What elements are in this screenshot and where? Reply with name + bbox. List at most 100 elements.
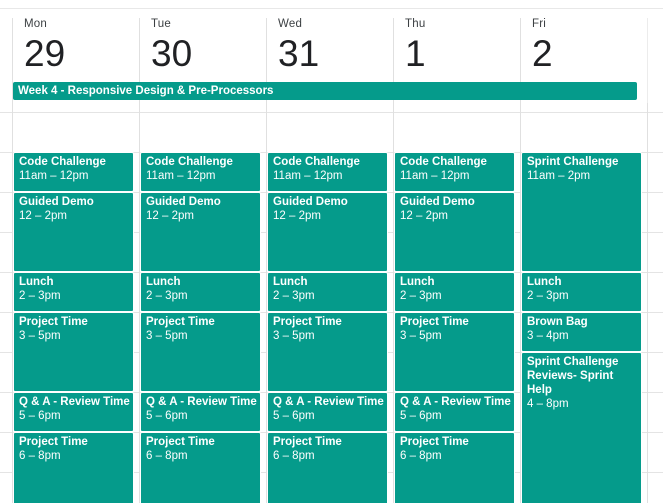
event-time: 6 – 8pm: [400, 450, 442, 462]
calendar-event[interactable]: Code Challenge 11am – 12pm: [267, 152, 388, 192]
event-title: Guided Demo: [400, 196, 475, 208]
day-header-mon[interactable]: Mon 29: [12, 9, 139, 82]
event-time: 6 – 8pm: [146, 450, 188, 462]
calendar-event[interactable]: Guided Demo 12 – 2pm: [267, 192, 388, 272]
event-title: Q & A - Review Time: [146, 396, 257, 408]
calendar-event[interactable]: Brown Bag 3 – 4pm: [521, 312, 642, 352]
event-title: Q & A - Review Time: [273, 396, 384, 408]
calendar-event[interactable]: Sprint Challenge 11am – 2pm: [521, 152, 642, 272]
event-time: 4 – 8pm: [527, 398, 569, 410]
event-time: 12 – 2pm: [19, 210, 67, 222]
event-title: Guided Demo: [273, 196, 348, 208]
event-time: 5 – 6pm: [400, 410, 442, 422]
event-title: Lunch: [400, 276, 435, 288]
event-time: 3 – 5pm: [273, 330, 315, 342]
day-number-label[interactable]: 2: [532, 32, 647, 76]
calendar-event[interactable]: Lunch 2 – 3pm: [140, 272, 261, 312]
calendar-event[interactable]: Project Time 6 – 8pm: [394, 432, 515, 503]
event-time: 2 – 3pm: [400, 290, 442, 302]
calendar-event[interactable]: Code Challenge 11am – 12pm: [13, 152, 134, 192]
column-divider: [647, 103, 648, 503]
calendar-event[interactable]: Lunch 2 – 3pm: [267, 272, 388, 312]
calendar-header-row: Mon 29 Tue 30 Wed 31 Thu 1 Fri 2: [0, 9, 663, 112]
event-title: Code Challenge: [19, 156, 106, 168]
day-header-tue[interactable]: Tue 30: [139, 9, 266, 82]
time-grid: Code Challenge 11am – 12pm Guided Demo 12 –…: [0, 103, 663, 503]
event-title: Code Challenge: [273, 156, 360, 168]
hour-gridline: [0, 112, 663, 113]
event-time: 2 – 3pm: [273, 290, 315, 302]
day-header-thu[interactable]: Thu 1: [393, 9, 520, 82]
calendar-event[interactable]: Q & A - Review Time 5 – 6pm: [394, 392, 515, 432]
event-time: 6 – 8pm: [273, 450, 315, 462]
day-number-label[interactable]: 29: [24, 32, 139, 76]
all-day-event-week-banner[interactable]: Week 4 - Responsive Design & Pre-Process…: [13, 82, 637, 100]
day-header-wed[interactable]: Wed 31: [266, 9, 393, 82]
calendar-event[interactable]: Lunch 2 – 3pm: [394, 272, 515, 312]
calendar-event[interactable]: Code Challenge 11am – 12pm: [394, 152, 515, 192]
event-time: 12 – 2pm: [400, 210, 448, 222]
calendar-event[interactable]: Guided Demo 12 – 2pm: [140, 192, 261, 272]
calendar-event[interactable]: Project Time 6 – 8pm: [267, 432, 388, 503]
event-time: 3 – 5pm: [19, 330, 61, 342]
day-number-label[interactable]: 1: [405, 32, 520, 76]
event-title: Sprint Challenge Reviews- Sprint Help: [527, 356, 619, 396]
event-time: 12 – 2pm: [273, 210, 321, 222]
calendar-event[interactable]: Project Time 6 – 8pm: [13, 432, 134, 503]
calendar-event[interactable]: Project Time 3 – 5pm: [267, 312, 388, 392]
day-name-label: Tue: [151, 18, 171, 30]
event-title: Q & A - Review Time: [19, 396, 130, 408]
event-title: Guided Demo: [19, 196, 94, 208]
event-title: Brown Bag: [527, 316, 588, 328]
event-title: Project Time: [273, 436, 342, 448]
calendar-event[interactable]: Lunch 2 – 3pm: [521, 272, 642, 312]
calendar-event[interactable]: Code Challenge 11am – 12pm: [140, 152, 261, 192]
event-title: Code Challenge: [400, 156, 487, 168]
event-time: 2 – 3pm: [19, 290, 61, 302]
calendar-event[interactable]: Project Time 6 – 8pm: [140, 432, 261, 503]
event-time: 11am – 2pm: [527, 170, 591, 182]
event-title: Q & A - Review Time: [400, 396, 511, 408]
event-title: Project Time: [19, 436, 88, 448]
calendar-event[interactable]: Sprint Challenge Reviews- Sprint Help 4 –…: [521, 352, 642, 503]
calendar-event[interactable]: Q & A - Review Time 5 – 6pm: [140, 392, 261, 432]
calendar-event[interactable]: Lunch 2 – 3pm: [13, 272, 134, 312]
all-day-row: Week 4 - Responsive Design & Pre-Process…: [0, 82, 663, 103]
calendar-event[interactable]: Guided Demo 12 – 2pm: [13, 192, 134, 272]
calendar-week-view: Mon 29 Tue 30 Wed 31 Thu 1 Fri 2 Week 4 - Respons…: [0, 0, 663, 503]
day-name-label: Mon: [24, 18, 47, 30]
event-title: Project Time: [273, 316, 342, 328]
event-time: 11am – 12pm: [19, 170, 89, 182]
event-time: 5 – 6pm: [146, 410, 188, 422]
event-time: 2 – 3pm: [527, 290, 569, 302]
event-time: 5 – 6pm: [273, 410, 315, 422]
event-title: Lunch: [146, 276, 181, 288]
calendar-event[interactable]: Project Time 3 – 5pm: [140, 312, 261, 392]
event-time: 2 – 3pm: [146, 290, 188, 302]
day-number-label[interactable]: 31: [278, 32, 393, 76]
event-title: Lunch: [527, 276, 562, 288]
calendar-event[interactable]: Project Time 3 – 5pm: [394, 312, 515, 392]
calendar-event[interactable]: Project Time 3 – 5pm: [13, 312, 134, 392]
event-title: Lunch: [19, 276, 54, 288]
event-time: 11am – 12pm: [146, 170, 216, 182]
calendar-event[interactable]: Guided Demo 12 – 2pm: [394, 192, 515, 272]
event-title: Sprint Challenge: [527, 156, 619, 168]
calendar-event[interactable]: Q & A - Review Time 5 – 6pm: [13, 392, 134, 432]
calendar-event[interactable]: Q & A - Review Time 5 – 6pm: [267, 392, 388, 432]
event-title: Lunch: [273, 276, 308, 288]
event-time: 3 – 5pm: [400, 330, 442, 342]
event-time: 3 – 5pm: [146, 330, 188, 342]
event-time: 11am – 12pm: [400, 170, 470, 182]
event-title: Code Challenge: [146, 156, 233, 168]
event-title: Project Time: [146, 436, 215, 448]
day-name-label: Wed: [278, 18, 303, 30]
event-time: 3 – 4pm: [527, 330, 569, 342]
event-time: 6 – 8pm: [19, 450, 61, 462]
event-title: Project Time: [400, 316, 469, 328]
event-title: Project Time: [400, 436, 469, 448]
event-time: 5 – 6pm: [19, 410, 61, 422]
event-title: Guided Demo: [146, 196, 221, 208]
day-header-fri[interactable]: Fri 2: [520, 9, 647, 82]
day-number-label[interactable]: 30: [151, 32, 266, 76]
